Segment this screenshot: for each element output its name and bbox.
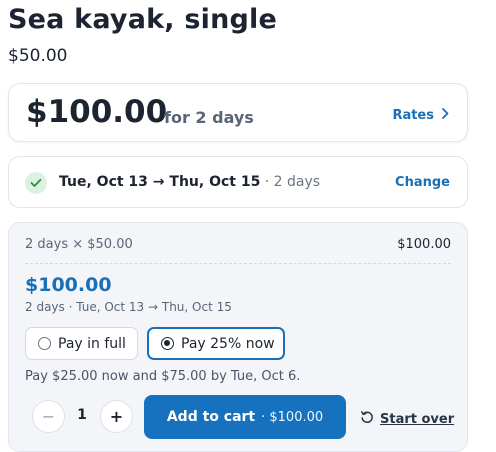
add-to-cart-price: · $100.00 [261,409,324,425]
total-duration: for 2 days [164,108,254,127]
date-range: Tue, Oct 13 → Thu, Oct 15 [59,174,261,190]
total-price-card: $100.00 for 2 days Rates [8,83,468,142]
quantity-value: 1 [77,407,87,423]
summary-subtitle: 2 days · Tue, Oct 13 → Thu, Oct 15 [25,300,232,314]
add-to-cart-button[interactable]: Add to cart · $100.00 [144,395,346,439]
payment-schedule-note: Pay $25.00 now and $75.00 by Tue, Oct 6. [25,369,301,384]
pay-25-percent-label: Pay 25% now [181,335,275,352]
radio-unselected-icon [38,337,51,350]
add-to-cart-label: Add to cart [166,409,256,425]
start-over-label: Start over [380,411,455,427]
date-duration: · 2 days [260,174,321,190]
base-price: $50.00 [8,46,68,66]
booking-summary-panel: 2 days × $50.00 $100.00 $100.00 2 days ·… [8,222,468,452]
check-icon [25,172,47,194]
pay-in-full-label: Pay in full [58,335,126,352]
quantity-decrement-button[interactable]: − [32,400,65,433]
pay-in-full-option[interactable]: Pay in full [25,327,138,360]
product-title: Sea kayak, single [8,4,277,35]
divider [25,263,451,264]
start-over-button[interactable]: Start over [360,410,454,428]
chevron-right-icon [442,108,449,123]
pay-25-percent-option[interactable]: Pay 25% now [147,327,285,360]
summary-total: $100.00 [25,274,112,296]
total-amount: $100.00 [26,94,168,130]
rates-link[interactable]: Rates [392,108,449,123]
change-dates-link[interactable]: Change [395,175,450,190]
selected-dates-card: Tue, Oct 13 → Thu, Oct 15 · 2 days Chang… [8,156,468,208]
restart-icon [360,410,374,428]
rates-label: Rates [392,108,434,123]
date-range-text: Tue, Oct 13 → Thu, Oct 15 · 2 days [59,174,320,190]
radio-selected-icon [161,337,174,350]
line-item-value: $100.00 [397,237,451,252]
quantity-increment-button[interactable]: + [100,400,133,433]
line-item-label: 2 days × $50.00 [25,237,133,252]
